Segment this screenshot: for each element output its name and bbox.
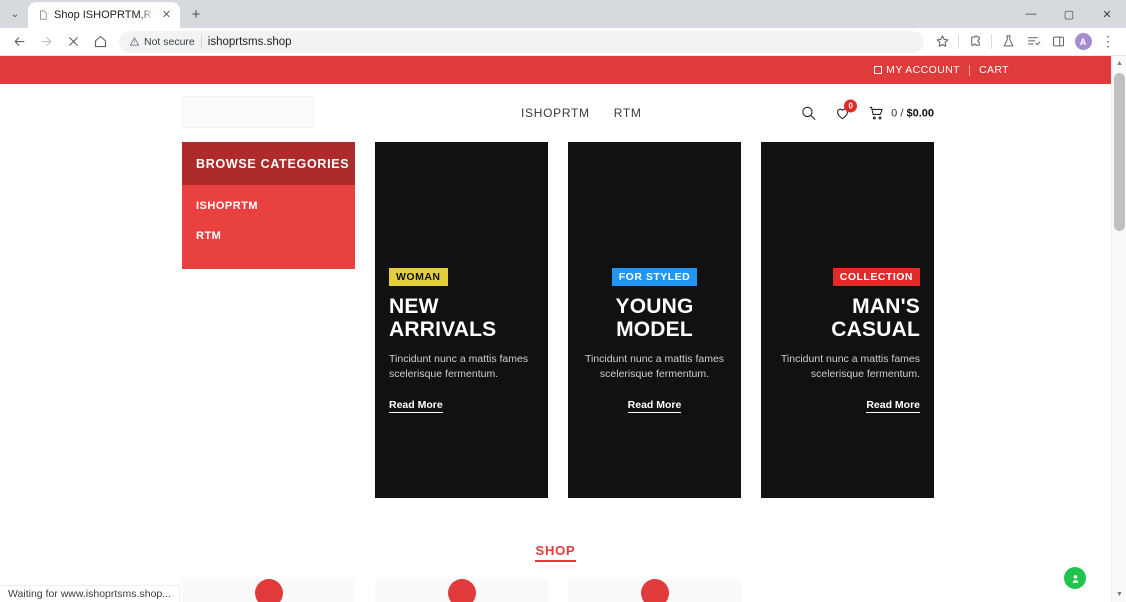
verified-badge-icon: [1072, 574, 1078, 583]
profile-avatar[interactable]: A: [1071, 30, 1095, 54]
banner-read-more-link[interactable]: Read More: [627, 399, 682, 413]
main-navigation: ISHOPRTM RTM: [521, 106, 642, 120]
close-window-button[interactable]: ✕: [1088, 0, 1126, 28]
search-icon[interactable]: [800, 105, 817, 122]
product-badge-icon: [447, 579, 476, 602]
minimize-button[interactable]: —: [1012, 0, 1050, 28]
product-card[interactable]: [182, 579, 355, 602]
sidebar-item-rtm[interactable]: RTM: [182, 221, 355, 251]
forward-button[interactable]: [33, 29, 59, 55]
banner-read-more-link[interactable]: Read More: [389, 399, 443, 413]
maximize-button[interactable]: ▢: [1050, 0, 1088, 28]
puzzle-extensions-icon[interactable]: [963, 30, 987, 54]
tab-title: Shop ISHOPRTM,RTM ishoprts: [54, 9, 154, 21]
banner-title: YOUNG MODEL: [615, 295, 694, 342]
site-logo-placeholder[interactable]: [182, 96, 314, 128]
cart-count: 0 /: [891, 107, 907, 119]
site-security-indicator[interactable]: Not secure: [129, 36, 195, 48]
chevron-down-icon: ⌄: [10, 8, 20, 20]
browse-categories-sidebar: BROWSE CATEGORIES ISHOPRTM RTM: [182, 142, 355, 269]
banner-content: COLLECTION MAN'S CASUAL Tincidunt nunc a…: [775, 267, 920, 413]
cart-total: $0.00: [906, 107, 934, 119]
side-panel-icon[interactable]: [1046, 30, 1070, 54]
address-bar[interactable]: Not secure ishoprtsms.shop: [119, 30, 924, 53]
avatar: A: [1074, 33, 1092, 50]
banner-badge: FOR STYLED: [611, 268, 698, 286]
banner-badge: COLLECTION: [832, 268, 920, 286]
promo-banner-mans-casual[interactable]: COLLECTION MAN'S CASUAL Tincidunt nunc a…: [761, 142, 934, 498]
site-header: ISHOPRTM RTM 0 0 / $0.00: [0, 84, 1111, 142]
wishlist-heart-icon[interactable]: 0: [834, 99, 858, 122]
top-bar-links: MY ACCOUNT CART: [865, 64, 1018, 76]
my-account-label: MY ACCOUNT: [886, 64, 960, 76]
cart-link[interactable]: CART: [970, 64, 1018, 76]
status-bubble: Waiting for www.ishoprtsms.shop...: [0, 585, 180, 602]
tab-search-button[interactable]: ⌄: [2, 1, 28, 27]
header-tools: 0 0 / $0.00: [800, 99, 934, 122]
cart-icon: [868, 105, 885, 122]
banner-content: FOR STYLED YOUNG MODEL Tincidunt nunc a …: [582, 267, 727, 413]
bookmark-star-icon[interactable]: [930, 30, 954, 54]
cart-summary: 0 / $0.00: [891, 107, 934, 119]
scrollbar-down-arrow[interactable]: ▼: [1112, 587, 1126, 602]
banner-description: Tincidunt nunc a mattis fames scelerisqu…: [584, 353, 725, 381]
product-row: [182, 579, 741, 602]
site-top-bar: MY ACCOUNT CART: [0, 56, 1111, 84]
page-viewport: MY ACCOUNT CART ISHOPRTM RTM 0 0 / $0.00…: [0, 56, 1126, 602]
url-text: ishoprtsms.shop: [207, 35, 292, 48]
promo-banner-young-model[interactable]: FOR STYLED YOUNG MODEL Tincidunt nunc a …: [568, 142, 741, 498]
omnibox-divider: [200, 35, 202, 48]
shop-section-title: SHOP: [535, 543, 576, 562]
product-card[interactable]: [568, 579, 741, 602]
banner-read-more-link[interactable]: Read More: [866, 399, 920, 413]
cart-widget[interactable]: 0 / $0.00: [868, 105, 934, 122]
shop-section: SHOP: [0, 542, 1111, 562]
promo-banner-row: WOMAN NEW ARRIVALS Tincidunt nunc a matt…: [375, 142, 934, 498]
nav-link-rtm[interactable]: RTM: [614, 106, 642, 120]
banner-description: Tincidunt nunc a mattis fames scelerisqu…: [780, 353, 920, 381]
reading-list-icon[interactable]: [1021, 30, 1045, 54]
stop-loading-button[interactable]: [60, 29, 86, 55]
security-label: Not secure: [144, 35, 195, 48]
web-page: MY ACCOUNT CART ISHOPRTM RTM 0 0 / $0.00…: [0, 56, 1111, 602]
back-button[interactable]: [6, 29, 32, 55]
sidebar-heading: BROWSE CATEGORIES: [182, 142, 355, 185]
user-icon: [874, 66, 883, 74]
product-card[interactable]: [375, 579, 548, 602]
tab-close-icon[interactable]: ✕: [159, 8, 174, 23]
page-scrollbar[interactable]: ▲ ▼: [1111, 56, 1126, 602]
banner-description: Tincidunt nunc a mattis fames scelerisqu…: [389, 353, 529, 381]
product-badge-icon: [254, 579, 283, 602]
scrollbar-thumb[interactable]: [1114, 73, 1125, 231]
toolbar-divider-2: [991, 34, 992, 49]
sidebar-list: ISHOPRTM RTM: [182, 185, 355, 269]
verified-badge-widget[interactable]: [1064, 567, 1086, 589]
nav-link-ishoprtm[interactable]: ISHOPRTM: [521, 106, 590, 120]
browser-window: ⌄ Shop ISHOPRTM,RTM ishoprts ✕ + — ▢ ✕: [0, 0, 1126, 602]
browser-tab[interactable]: Shop ISHOPRTM,RTM ishoprts ✕: [28, 2, 180, 28]
toolbar-divider: [958, 34, 959, 49]
tab-strip: ⌄ Shop ISHOPRTM,RTM ishoprts ✕ + — ▢ ✕: [0, 0, 1126, 28]
banner-badge: WOMAN: [389, 268, 448, 286]
banner-title: NEW ARRIVALS: [389, 295, 497, 342]
my-account-link[interactable]: MY ACCOUNT: [865, 64, 969, 76]
new-tab-button[interactable]: +: [183, 1, 209, 27]
window-controls: — ▢ ✕: [1012, 0, 1126, 28]
wishlist-count-badge: 0: [844, 99, 858, 113]
banner-title: MAN'S CASUAL: [831, 295, 920, 342]
home-button[interactable]: [87, 29, 113, 55]
banner-content: WOMAN NEW ARRIVALS Tincidunt nunc a matt…: [389, 267, 534, 413]
browser-menu-button[interactable]: ⋮: [1096, 30, 1120, 54]
flask-icon[interactable]: [996, 30, 1020, 54]
browser-toolbar: Not secure ishoprtsms.shop A ⋮: [0, 28, 1126, 56]
product-badge-icon: [640, 579, 669, 602]
scrollbar-up-arrow[interactable]: ▲: [1112, 56, 1126, 71]
tab-favicon-icon: [37, 9, 49, 21]
sidebar-item-ishoprtm[interactable]: ISHOPRTM: [182, 191, 355, 221]
promo-banner-new-arrivals[interactable]: WOMAN NEW ARRIVALS Tincidunt nunc a matt…: [375, 142, 548, 498]
